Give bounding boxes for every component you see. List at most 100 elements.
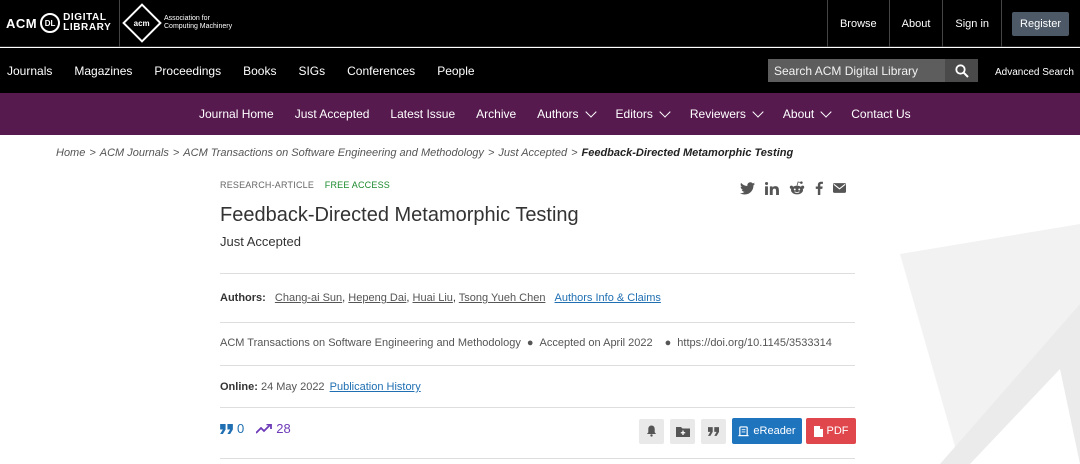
add-to-binder-button[interactable]	[670, 418, 695, 444]
journal-nav: Journal Home Just Accepted Latest Issue …	[0, 93, 1080, 135]
search-bar	[768, 59, 978, 82]
twitter-icon[interactable]	[740, 181, 755, 195]
pdf-label: PDF	[826, 425, 849, 437]
journal-nav-items: Journal Home Just Accepted Latest Issue …	[199, 93, 932, 135]
accepted-date: Accepted on April 2022	[539, 337, 653, 349]
share-icons	[740, 181, 856, 195]
journal-name[interactable]: ACM Transactions on Software Engineering…	[220, 337, 521, 349]
author-link[interactable]: Hepeng Dai	[348, 292, 406, 304]
logo-words: DIGITAL LIBRARY	[63, 13, 111, 33]
nav-books[interactable]: Books	[243, 64, 276, 78]
search-button[interactable]	[945, 59, 978, 82]
publication-info: ACM Transactions on Software Engineering…	[220, 337, 832, 349]
logo-acm-text: ACM	[6, 15, 38, 31]
jnav-journal-home[interactable]: Journal Home	[199, 107, 274, 121]
citations-metric[interactable]: 0	[220, 421, 244, 436]
top-bar: ACM DL DIGITAL LIBRARY acm Association f…	[0, 0, 1080, 47]
online-label: Online:	[220, 381, 258, 393]
pdf-file-icon	[813, 425, 823, 437]
reddit-icon[interactable]	[789, 181, 805, 195]
jnav-reviewers[interactable]: Reviewers	[690, 106, 764, 121]
logo-library-text: LIBRARY	[63, 22, 112, 33]
authors-info-link[interactable]: Authors Info & Claims	[555, 292, 661, 304]
article-labels: RESEARCH-ARTICLE FREE ACCESS	[220, 180, 390, 190]
facebook-icon[interactable]	[815, 181, 823, 195]
divider	[220, 407, 855, 408]
register-wrapper: Register	[1001, 0, 1080, 47]
quote-icon	[220, 423, 233, 434]
doi-link[interactable]: https://doi.org/10.1145/3533314	[677, 337, 832, 349]
breadcrumb-home[interactable]: Home	[56, 147, 85, 159]
nav-sigs[interactable]: SIGs	[298, 64, 325, 78]
email-icon[interactable]	[833, 183, 846, 193]
acm-dl-logo[interactable]: ACM DL DIGITAL LIBRARY	[6, 10, 111, 36]
jnav-about[interactable]: About	[783, 106, 832, 121]
search-input[interactable]	[768, 59, 945, 82]
chevron-down-icon	[752, 106, 764, 118]
jnav-just-accepted[interactable]: Just Accepted	[295, 107, 370, 121]
acm-diamond-icon: acm	[122, 3, 162, 43]
article-subtitle: Just Accepted	[220, 234, 301, 249]
chevron-down-icon	[659, 106, 671, 118]
divider	[220, 365, 855, 366]
downloads-metric[interactable]: 28	[256, 421, 291, 436]
jnav-latest-issue[interactable]: Latest Issue	[390, 107, 455, 121]
jnav-authors[interactable]: Authors	[537, 106, 597, 121]
article-title: Feedback-Directed Metamorphic Testing	[220, 204, 579, 226]
background-decoration	[900, 104, 1080, 464]
jnav-archive[interactable]: Archive	[476, 107, 516, 121]
breadcrumb-journal[interactable]: ACM Transactions on Software Engineering…	[183, 147, 484, 159]
quote-icon	[708, 426, 719, 436]
association-text: Association for Computing Machinery	[164, 15, 233, 30]
authors-line: Authors: Chang-ai Sun, Hepeng Dai, Huai …	[220, 292, 661, 304]
acm-association-logo[interactable]: acm Association for Computing Machinery	[122, 3, 233, 43]
browse-link[interactable]: Browse	[826, 0, 889, 47]
alert-button[interactable]	[639, 418, 664, 444]
chevron-down-icon	[820, 106, 832, 118]
logo-divider	[119, 0, 120, 47]
pdf-button[interactable]: PDF	[806, 418, 856, 444]
breadcrumb-just-accepted[interactable]: Just Accepted	[498, 147, 567, 159]
citations-count: 0	[237, 421, 245, 436]
downloads-count: 28	[276, 421, 291, 436]
trending-up-icon	[256, 423, 273, 434]
sign-in-link[interactable]: Sign in	[942, 0, 1001, 47]
jnav-contact-us[interactable]: Contact Us	[851, 107, 910, 121]
nav-people[interactable]: People	[437, 64, 474, 78]
advanced-search-link[interactable]: Advanced Search	[995, 67, 1074, 78]
nav-journals[interactable]: Journals	[7, 64, 52, 78]
nav-proceedings[interactable]: Proceedings	[154, 64, 221, 78]
chevron-down-icon	[584, 106, 597, 118]
nav-magazines[interactable]: Magazines	[74, 64, 132, 78]
search-icon	[954, 63, 969, 78]
article-type-label: RESEARCH-ARTICLE	[220, 180, 315, 190]
free-access-label: FREE ACCESS	[324, 180, 390, 190]
author-link[interactable]: Huai Liu	[413, 292, 453, 304]
ereader-icon	[738, 425, 749, 436]
about-link[interactable]: About	[888, 0, 943, 47]
online-date-line: Online: 24 May 2022 Publication History	[220, 381, 421, 393]
publication-history-link[interactable]: Publication History	[330, 381, 421, 393]
register-button[interactable]: Register	[1012, 11, 1069, 36]
ereader-button[interactable]: eReader	[732, 418, 802, 444]
article-metrics: 0 28	[220, 421, 291, 436]
ereader-label: eReader	[753, 425, 796, 437]
linkedin-icon[interactable]	[765, 181, 779, 195]
author-link[interactable]: Tsong Yueh Chen	[459, 292, 546, 304]
breadcrumb-current: Feedback-Directed Metamorphic Testing	[581, 147, 794, 159]
jnav-editors[interactable]: Editors	[616, 106, 671, 121]
nav-conferences[interactable]: Conferences	[347, 64, 415, 78]
breadcrumb: Home > ACM Journals > ACM Transactions on So…	[56, 147, 794, 159]
folder-plus-icon	[675, 426, 690, 437]
breadcrumb-acm-journals[interactable]: ACM Journals	[100, 147, 169, 159]
logo-dl-mark: DL	[40, 13, 61, 33]
author-link[interactable]: Chang-ai Sun	[275, 292, 342, 304]
authors-label: Authors:	[220, 292, 266, 304]
top-links: Browse About Sign in Register	[826, 0, 1080, 47]
cite-button[interactable]	[701, 418, 726, 444]
divider	[220, 458, 855, 459]
main-nav-items: Journals Magazines Proceedings Books SIG…	[7, 48, 497, 93]
online-date: 24 May 2022	[260, 381, 325, 393]
divider	[220, 322, 855, 323]
bell-icon	[646, 425, 657, 437]
